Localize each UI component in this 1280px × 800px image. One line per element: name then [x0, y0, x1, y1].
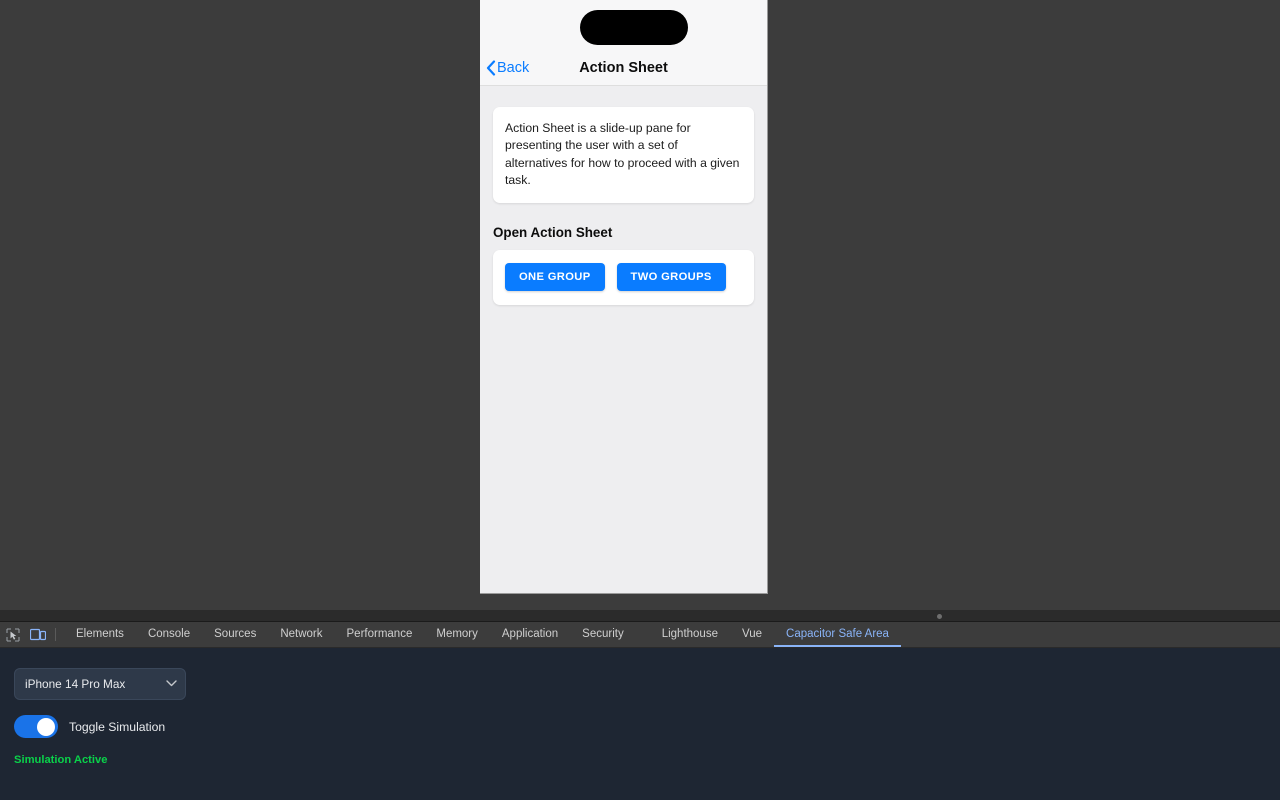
toggle-simulation-switch[interactable]: [14, 715, 58, 738]
simulation-status-text: Simulation Active: [14, 754, 108, 766]
app-navigation-bar: Back Action Sheet: [480, 50, 767, 86]
device-toolbar-button[interactable]: [25, 622, 50, 647]
action-buttons-card: ONE GROUP TWO GROUPS: [493, 250, 754, 306]
app-content-area: Action Sheet is a slide-up pane for pres…: [480, 107, 767, 593]
tab-console[interactable]: Console: [136, 622, 202, 647]
device-preview-viewport: Back Action Sheet Action Sheet is a slid…: [480, 0, 768, 594]
toggle-simulation-row: Toggle Simulation: [14, 715, 1266, 738]
tab-elements[interactable]: Elements: [64, 622, 136, 647]
devtools-tab-bar: Elements Console Sources Network Perform…: [0, 622, 1280, 648]
device-select-wrapper: iPhone 14 Pro Max: [14, 668, 186, 700]
toggle-simulation-label: Toggle Simulation: [69, 719, 166, 734]
capacitor-safe-area-panel: iPhone 14 Pro Max Toggle Simulation Simu…: [0, 648, 1280, 766]
inspect-element-button[interactable]: [0, 622, 25, 647]
toggle-knob: [37, 717, 55, 736]
tabbar-spacer: [636, 622, 650, 647]
device-select[interactable]: iPhone 14 Pro Max: [14, 668, 186, 700]
tab-application[interactable]: Application: [490, 622, 570, 647]
phone-status-bar: [480, 0, 767, 50]
section-heading: Open Action Sheet: [493, 225, 613, 241]
devtools-panel: Elements Console Sources Network Perform…: [0, 610, 1280, 800]
tab-memory[interactable]: Memory: [424, 622, 490, 647]
tab-vue[interactable]: Vue: [730, 622, 774, 647]
tab-security[interactable]: Security: [570, 622, 636, 647]
tab-performance[interactable]: Performance: [335, 622, 425, 647]
page-title: Action Sheet: [579, 60, 668, 76]
description-text: Action Sheet is a slide-up pane for pres…: [505, 121, 740, 187]
devtools-resize-strip[interactable]: [0, 610, 1280, 622]
description-card: Action Sheet is a slide-up pane for pres…: [493, 107, 754, 204]
dynamic-island-icon: [580, 10, 688, 45]
tab-sources[interactable]: Sources: [202, 622, 268, 647]
tab-lighthouse[interactable]: Lighthouse: [650, 622, 730, 647]
tabbar-divider: [55, 628, 56, 641]
inspect-element-icon: [6, 628, 19, 641]
drag-handle-icon[interactable]: [937, 614, 942, 619]
tab-network[interactable]: Network: [268, 622, 334, 647]
two-groups-button[interactable]: TWO GROUPS: [616, 263, 726, 292]
tab-capacitor-safe-area[interactable]: Capacitor Safe Area: [774, 622, 901, 647]
one-group-button[interactable]: ONE GROUP: [505, 263, 605, 292]
device-toolbar-icon: [29, 628, 46, 640]
